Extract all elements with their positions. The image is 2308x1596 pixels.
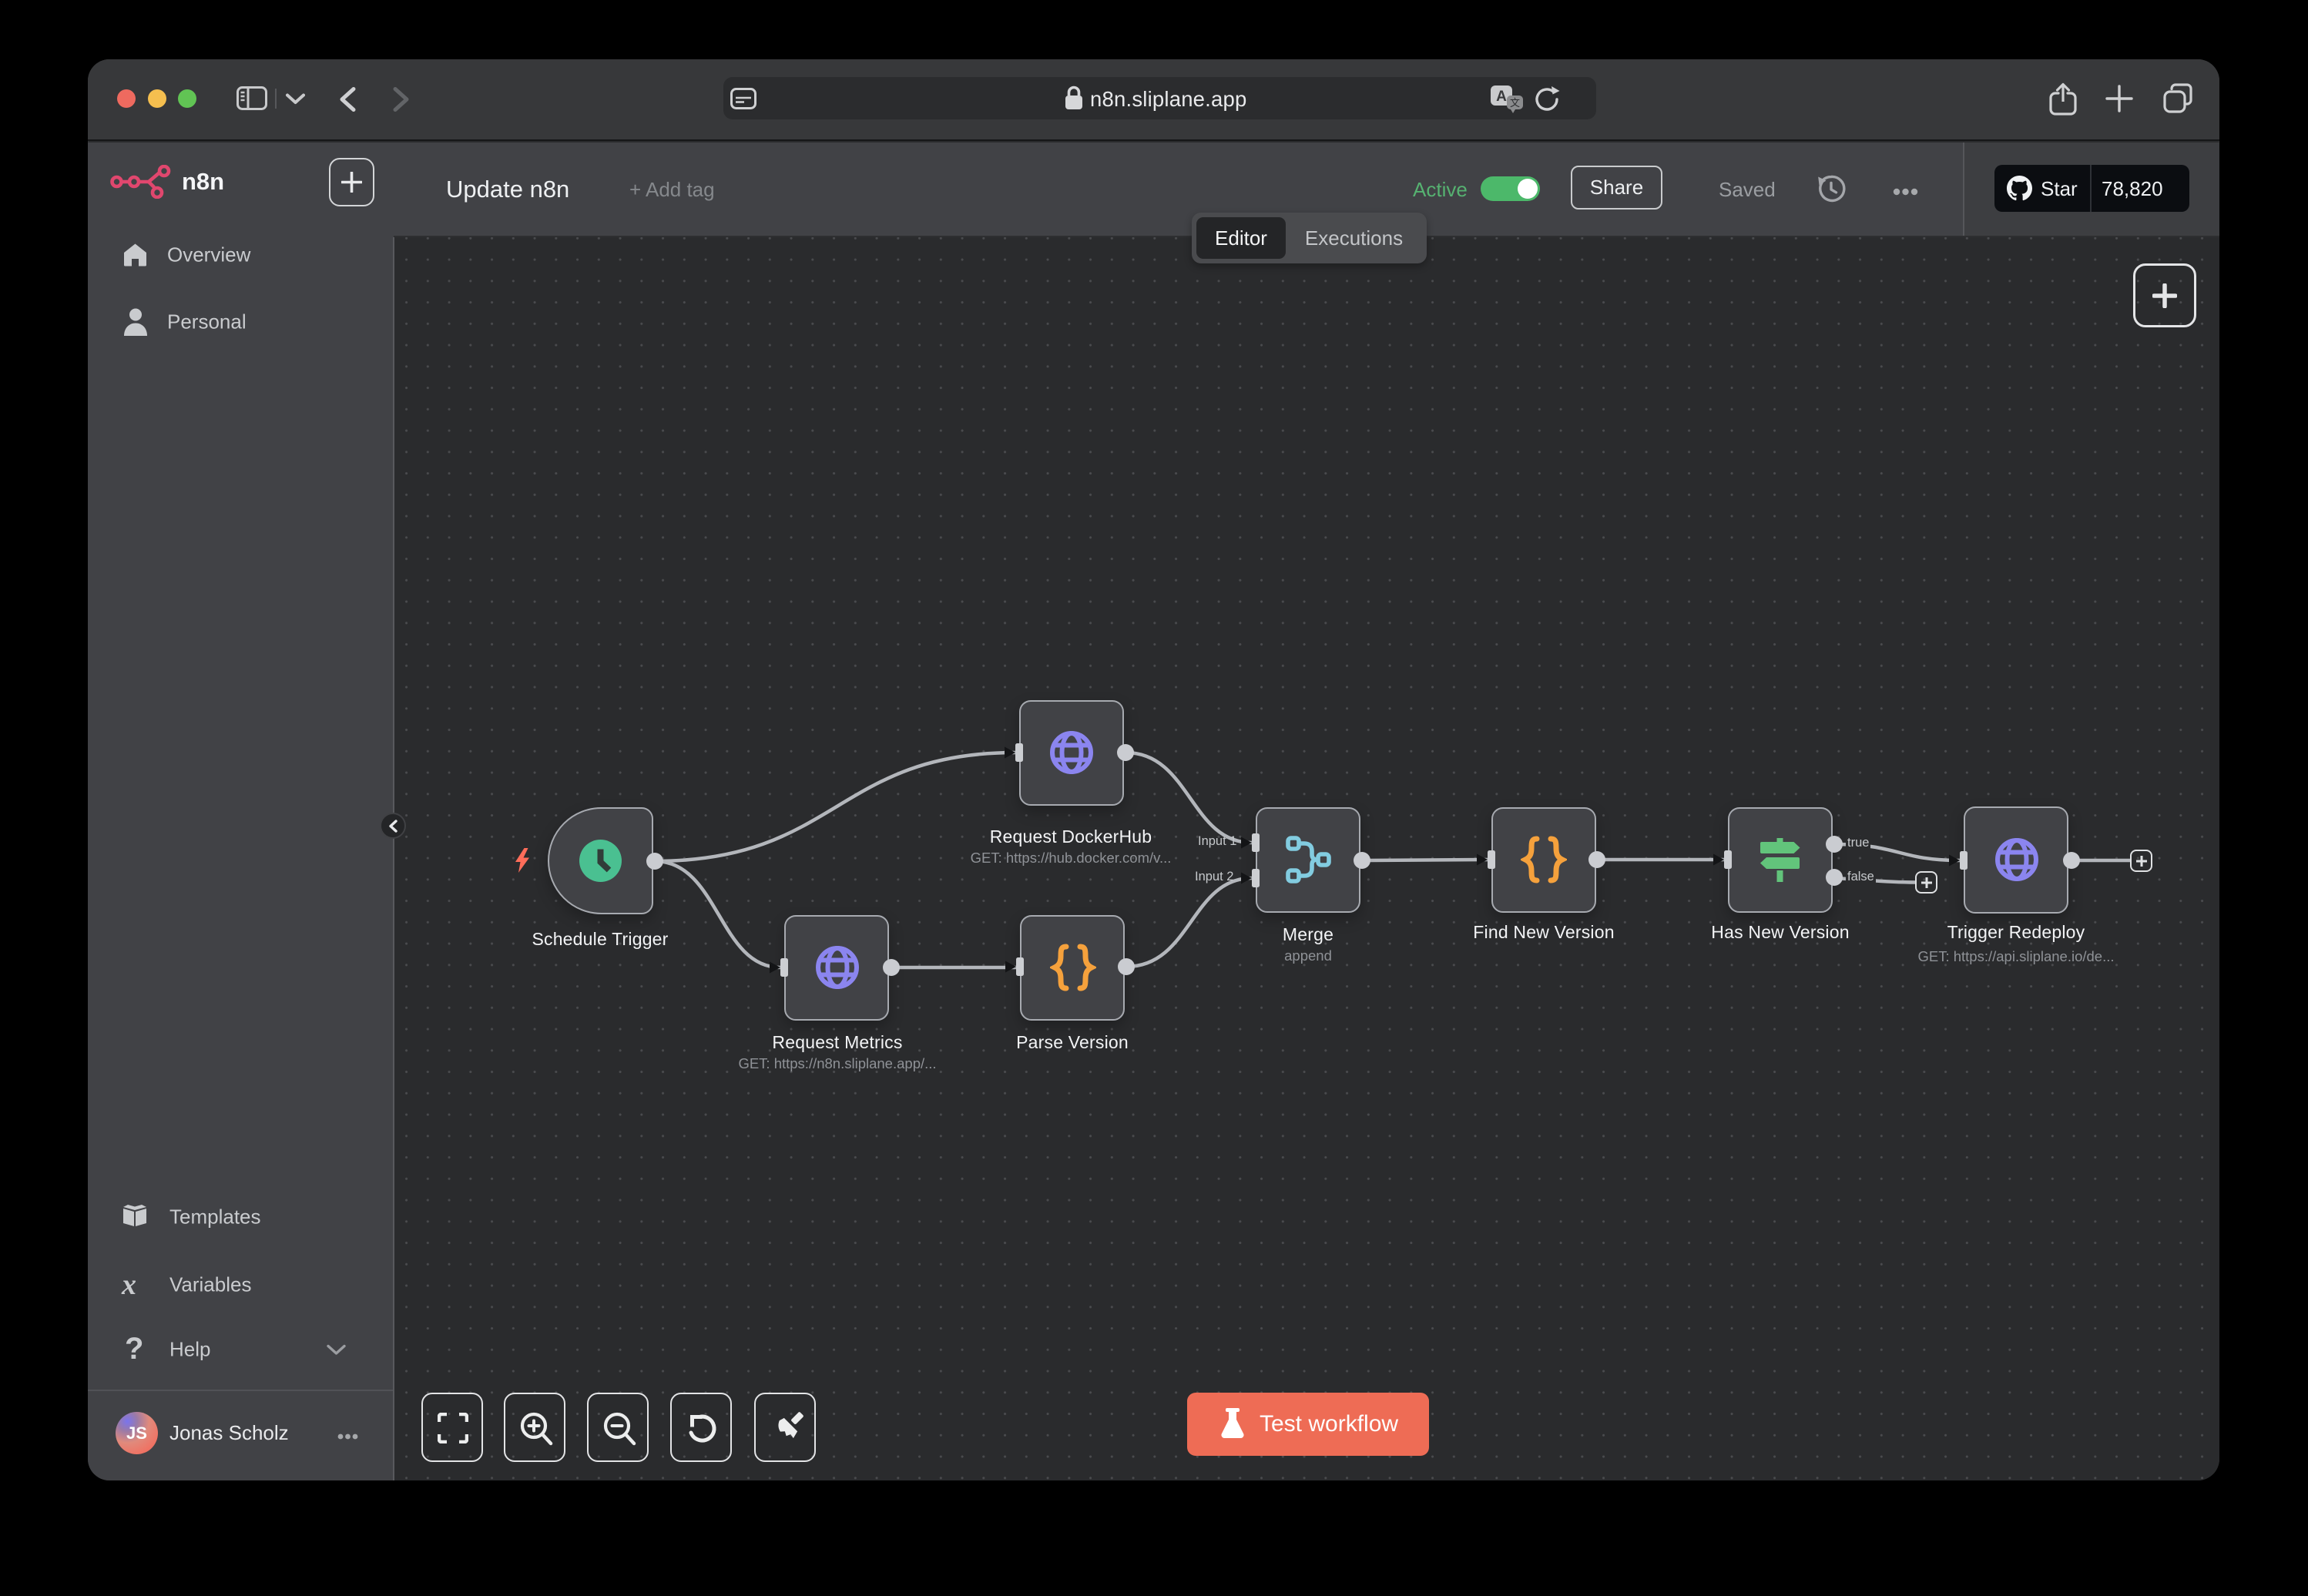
svg-text:A: A — [1496, 89, 1507, 105]
svg-text:文: 文 — [1510, 97, 1520, 109]
